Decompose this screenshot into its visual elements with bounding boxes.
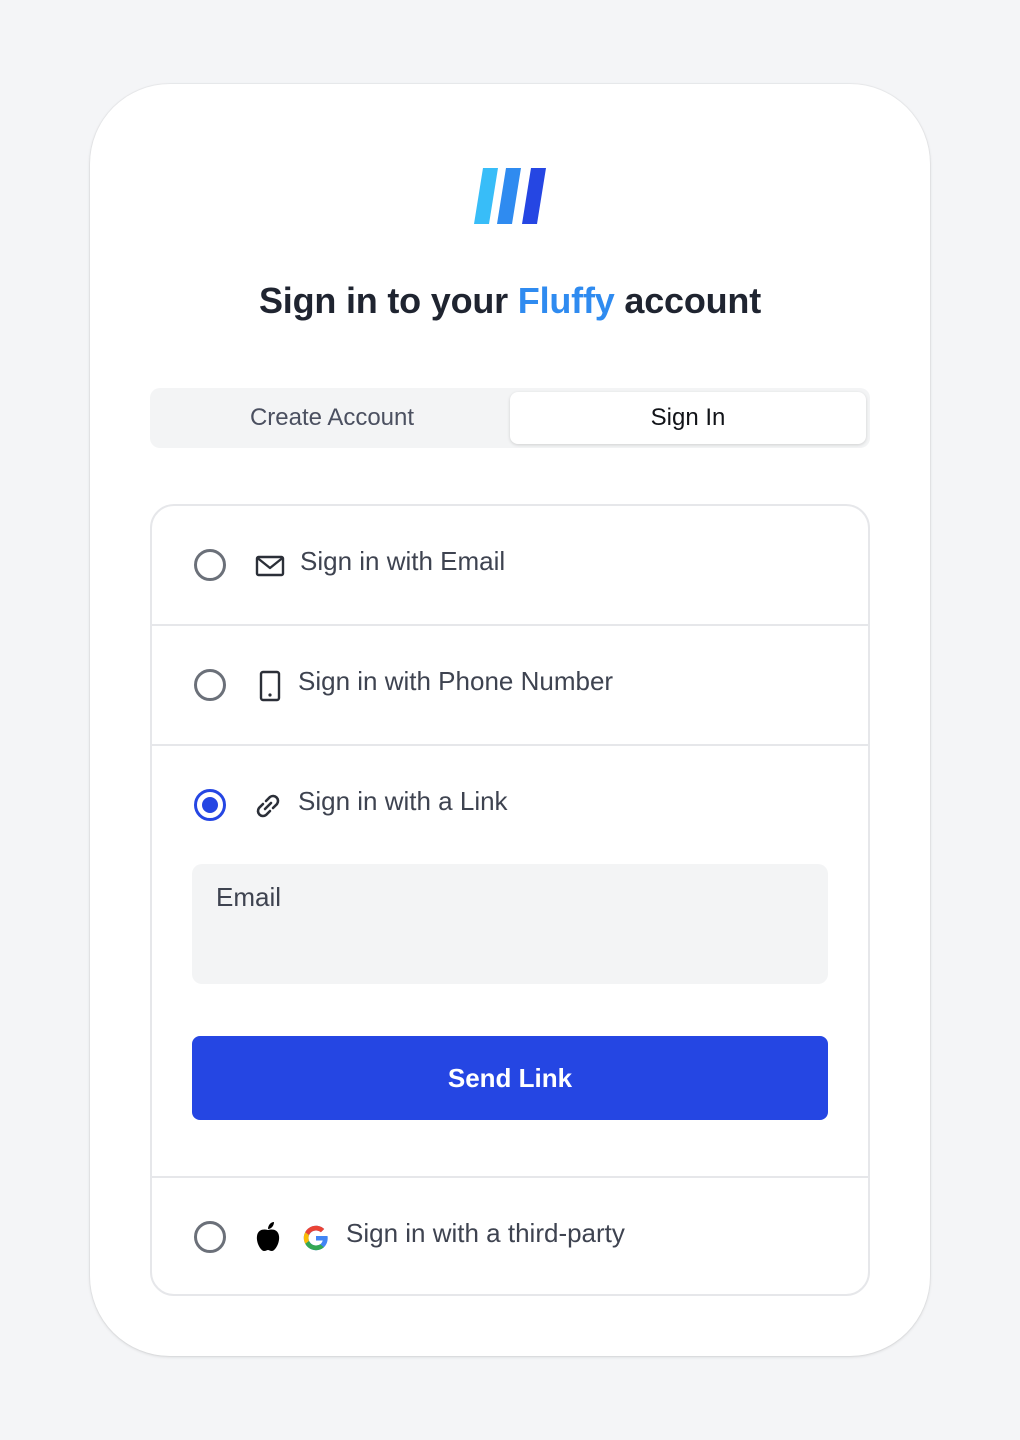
brand-logo-icon bbox=[474, 168, 546, 224]
signin-card: Sign in to your Fluffy account Create Ac… bbox=[90, 84, 930, 1356]
link-radio[interactable] bbox=[194, 789, 226, 821]
email-option-label: Sign in with Email bbox=[300, 546, 506, 576]
option-third-party[interactable]: Sign in with a third-party bbox=[152, 1178, 868, 1294]
page-title: Sign in to your Fluffy account bbox=[90, 280, 930, 322]
email-field[interactable]: Email bbox=[192, 864, 828, 984]
phone-icon bbox=[259, 670, 281, 702]
title-suffix: account bbox=[624, 280, 761, 321]
apple-icon bbox=[256, 1222, 280, 1251]
title-prefix: Sign in to your bbox=[258, 280, 508, 321]
tab-sign-in[interactable]: Sign In bbox=[510, 392, 866, 444]
envelope-icon bbox=[255, 555, 285, 577]
email-input[interactable] bbox=[216, 926, 804, 966]
option-email[interactable]: Sign in with Email bbox=[152, 506, 868, 626]
signin-options: Sign in with Email Sign in with Phone Nu… bbox=[150, 504, 870, 1296]
third-party-radio[interactable] bbox=[194, 1221, 226, 1253]
link-option-label: Sign in with a Link bbox=[298, 786, 508, 816]
option-phone[interactable]: Sign in with Phone Number bbox=[152, 626, 868, 746]
option-link[interactable]: Sign in with a Link Email Send Link bbox=[152, 746, 868, 1178]
phone-option-label: Sign in with Phone Number bbox=[298, 666, 614, 696]
link-icon bbox=[256, 794, 280, 818]
third-party-option-label: Sign in with a third-party bbox=[346, 1218, 625, 1248]
brand-name: Fluffy bbox=[517, 280, 615, 321]
email-field-label: Email bbox=[216, 882, 282, 912]
google-icon bbox=[303, 1225, 328, 1251]
phone-radio[interactable] bbox=[194, 669, 226, 701]
send-link-button[interactable]: Send Link bbox=[192, 1036, 828, 1120]
tab-create-account[interactable]: Create Account bbox=[154, 392, 510, 444]
email-radio[interactable] bbox=[194, 549, 226, 581]
auth-mode-tabs: Create Account Sign In bbox=[150, 388, 870, 448]
